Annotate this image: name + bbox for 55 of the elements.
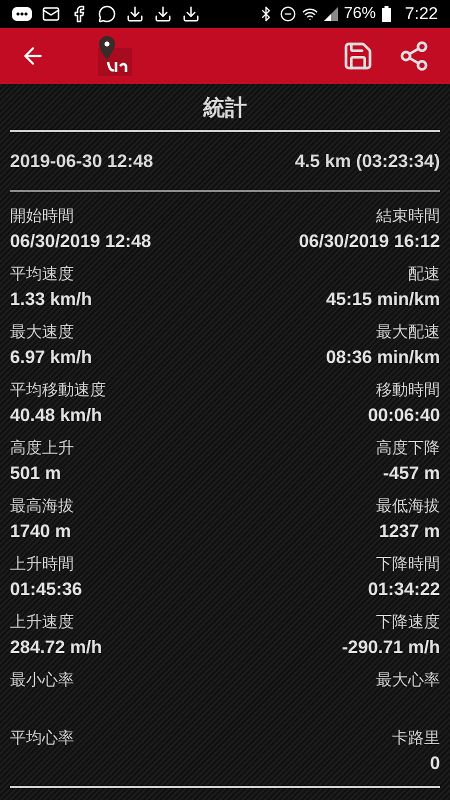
stat-value: 01:34:22 [368,578,440,601]
stat-label: 最大心率 [376,670,440,691]
stat-value: 45:15 min/km [326,288,440,311]
stat-label: 配速 [408,264,440,285]
stat-value: 0 [430,752,440,775]
stat-label: 最大速度 [10,322,74,343]
more-notifications-icon [12,7,32,21]
stat-value: -457 m [382,462,440,485]
stat-value: 06/30/2019 16:12 [298,230,440,253]
wifi-icon [302,6,318,22]
stat-label: 最小心率 [10,670,74,691]
stat-value: 1237 m [378,520,440,543]
stat-label: 平均心率 [10,728,74,749]
track-distance: 4.5 km (03:23:34) [294,150,440,173]
stat-label: 卡路里 [392,728,440,749]
save-button[interactable] [342,40,374,72]
download-icon [182,5,200,23]
clock: 7:22 [404,3,438,26]
messenger-icon [98,5,116,23]
stat-value: 40.48 km/h [10,404,102,427]
stat-value: 06/30/2019 12:48 [10,230,152,253]
app-logo-icon [98,36,132,76]
share-button[interactable] [398,40,430,72]
stat-label: 平均速度 [10,264,74,285]
download-icon [126,5,144,23]
download-icon [154,5,172,23]
stat-value: 00:06:40 [368,404,440,427]
stat-label: 高度上升 [10,438,74,459]
stat-label: 高度下降 [376,438,440,459]
stat-value: 01:45:36 [10,578,82,601]
signal-icon [324,7,338,21]
mail-icon [42,5,60,23]
battery-percent: 76% [344,4,376,24]
stat-label: 結束時間 [376,206,440,227]
stat-label: 開始時間 [10,206,74,227]
stat-value: 501 m [10,462,62,485]
track-date: 2019-06-30 12:48 [10,150,154,172]
do-not-disturb-icon [280,6,296,22]
battery-icon [382,6,391,22]
stat-label: 上升速度 [10,612,74,633]
stat-value: 1.33 km/h [10,288,92,311]
stat-label: 最高海拔 [10,496,74,517]
stat-value: 08:36 min/km [326,346,440,369]
page-title: 統計 [203,94,247,122]
stat-value: 284.72 m/h [10,636,102,659]
stat-label: 下降時間 [376,554,440,575]
stat-value: 1740 m [10,520,72,543]
stat-label: 移動時間 [376,380,440,401]
stat-value: 6.97 km/h [10,346,92,369]
stat-label: 上升時間 [10,554,74,575]
stat-label: 平均移動速度 [10,380,106,401]
stat-label: 下降速度 [376,612,440,633]
stat-label: 最低海拔 [376,497,440,517]
stat-value: -290.71 m/h [342,636,440,659]
stat-label: 最大配速 [376,322,440,343]
